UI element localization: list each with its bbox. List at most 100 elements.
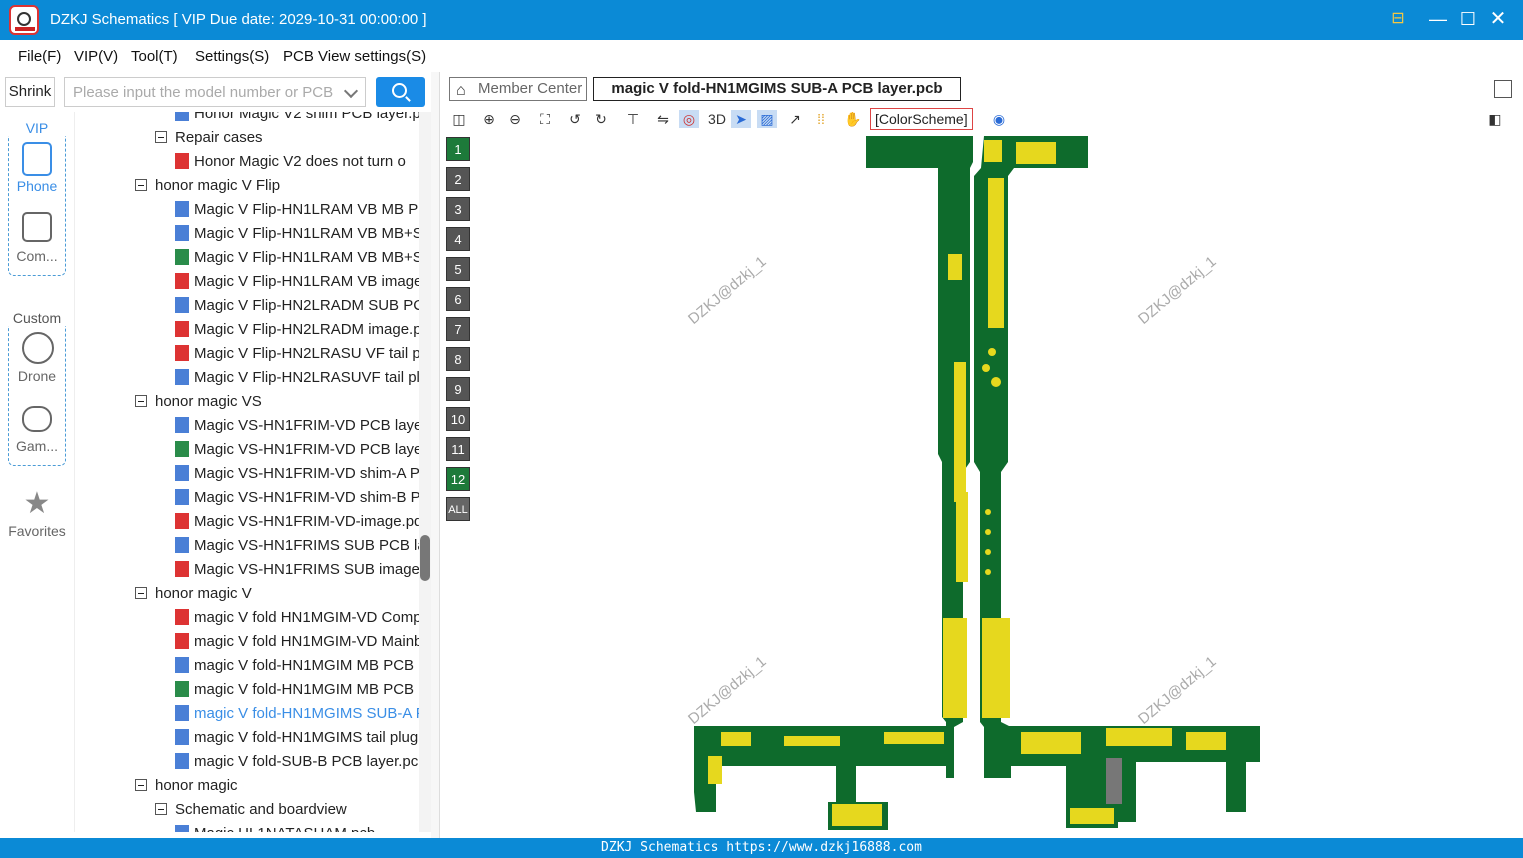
layer-button-3[interactable]: 3 bbox=[446, 197, 470, 221]
3d-view-button[interactable]: 3D bbox=[705, 110, 729, 128]
layer-button-12[interactable]: 12 bbox=[446, 467, 470, 491]
close-tab-icon[interactable] bbox=[1494, 80, 1512, 98]
tree-file[interactable]: Magic HL1NATASHAM.pcb bbox=[175, 822, 419, 832]
collapse-toggle-icon[interactable] bbox=[155, 803, 167, 815]
tree-file[interactable]: magic V fold-HN1MGIMS tail plug bbox=[175, 726, 419, 750]
tree-file[interactable]: magic V fold-SUB-B PCB layer.pcb bbox=[175, 750, 419, 774]
briefcase-icon[interactable]: ⊟ bbox=[1387, 8, 1409, 30]
panel-splitter[interactable] bbox=[431, 72, 440, 838]
layer-selector: 1 2 3 4 5 6 7 8 9 10 11 12 ALL bbox=[443, 134, 473, 526]
zoom-out-icon[interactable]: ⊖ bbox=[505, 110, 525, 128]
gamepad-icon[interactable] bbox=[22, 406, 52, 432]
close-button[interactable]: ✕ bbox=[1487, 8, 1509, 30]
menu-file[interactable]: File(F) bbox=[18, 48, 61, 65]
tree-file[interactable]: Magic V Flip-HN2LRASU VF tail plu bbox=[175, 342, 419, 366]
layer-button-7[interactable]: 7 bbox=[446, 317, 470, 341]
rotate-left-icon[interactable]: ↺ bbox=[565, 110, 585, 128]
scrollbar-thumb[interactable] bbox=[420, 535, 430, 581]
tree-file[interactable]: Magic V Flip-HN2LRASUVF tail plu bbox=[175, 366, 419, 390]
tree-folder[interactable]: honor magic bbox=[135, 774, 419, 798]
color-scheme-button[interactable]: [ColorScheme] bbox=[870, 108, 973, 130]
tree-file[interactable]: Magic VS-HN1FRIMS SUB PCB laye bbox=[175, 534, 419, 558]
tree-file[interactable]: Magic VS-HN1FRIMS SUB image.p bbox=[175, 558, 419, 582]
menu-vip[interactable]: VIP(V) bbox=[74, 48, 118, 65]
layer-button-9[interactable]: 9 bbox=[446, 377, 470, 401]
highlight-net-icon[interactable]: ◎ bbox=[679, 110, 699, 128]
rotate-right-icon[interactable]: ↻ bbox=[591, 110, 611, 128]
tree-folder[interactable]: honor magic V Flip bbox=[135, 174, 419, 198]
tree-file[interactable]: magic V fold HN1MGIM-VD Mainb bbox=[175, 630, 419, 654]
layer-button-11[interactable]: 11 bbox=[446, 437, 470, 461]
collapse-toggle-icon[interactable] bbox=[135, 395, 147, 407]
eye-icon[interactable]: ◉ bbox=[989, 110, 1009, 128]
dots-grid-icon[interactable]: ⁞⁞ bbox=[811, 110, 831, 128]
fit-screen-icon[interactable]: ⛶ bbox=[535, 110, 555, 128]
tree-scrollbar[interactable] bbox=[419, 112, 431, 832]
collapse-toggle-icon[interactable] bbox=[135, 587, 147, 599]
chevron-down-icon[interactable] bbox=[343, 83, 359, 99]
layer-button-4[interactable]: 4 bbox=[446, 227, 470, 251]
menu-pcb-view-settings[interactable]: PCB View settings(S) bbox=[283, 48, 426, 65]
sidebar-item-computer[interactable]: Com... bbox=[0, 248, 74, 264]
maximize-button[interactable]: ☐ bbox=[1457, 8, 1479, 30]
search-button[interactable] bbox=[376, 77, 425, 107]
tree-folder[interactable]: honor magic V bbox=[135, 582, 419, 606]
tree-folder[interactable]: honor magic VS bbox=[135, 390, 419, 414]
layer-button-2[interactable]: 2 bbox=[446, 167, 470, 191]
tree-file[interactable]: Magic V Flip-HN2LRADM SUB PCB bbox=[175, 294, 419, 318]
img-file-icon bbox=[175, 441, 189, 457]
layer-button-6[interactable]: 6 bbox=[446, 287, 470, 311]
tree-file[interactable]: magic V fold HN1MGIM-VD Comp bbox=[175, 606, 419, 630]
menu-settings[interactable]: Settings(S) bbox=[195, 48, 269, 65]
tab-active-file[interactable]: magic V fold-HN1MGIMS SUB-A PCB layer.pc… bbox=[593, 77, 961, 101]
tree-file[interactable]: Magic VS-HN1FRIM-VD PCB layer.p bbox=[175, 414, 419, 438]
shrink-button[interactable]: Shrink bbox=[5, 77, 55, 107]
layer-button-5[interactable]: 5 bbox=[446, 257, 470, 281]
minimize-button[interactable]: — bbox=[1427, 8, 1449, 30]
tree-folder[interactable]: Schematic and boardview bbox=[155, 798, 419, 822]
mirror-icon[interactable]: ⇋ bbox=[653, 110, 673, 128]
tree-file[interactable]: Magic VS-HN1FRIM-VD shim-B PC bbox=[175, 486, 419, 510]
collapse-toggle-icon[interactable] bbox=[155, 131, 167, 143]
sidebar-item-games[interactable]: Gam... bbox=[0, 438, 74, 454]
collapse-toggle-icon[interactable] bbox=[135, 779, 147, 791]
layer-button-8[interactable]: 8 bbox=[446, 347, 470, 371]
menu-tool[interactable]: Tool(T) bbox=[131, 48, 178, 65]
tree-file[interactable]: magic V fold-HN1MGIMS SUB-A P bbox=[175, 702, 419, 726]
search-input[interactable] bbox=[65, 78, 337, 106]
tree-file[interactable]: Magic VS-HN1FRIM-VD shim-A PC bbox=[175, 462, 419, 486]
pin-mode-icon[interactable]: ➤ bbox=[731, 110, 751, 128]
hand-pan-icon[interactable]: ✋ bbox=[843, 110, 863, 128]
tree-file[interactable]: Honor Magic V2 shim PCB layer.pc bbox=[175, 112, 419, 126]
layer-button-10[interactable]: 10 bbox=[446, 407, 470, 431]
paint-roller-icon[interactable]: ⊤ bbox=[623, 110, 643, 128]
select-area-icon[interactable]: ▨ bbox=[757, 110, 777, 128]
layer-button-all[interactable]: ALL bbox=[446, 497, 470, 521]
side-panel-toggle-icon[interactable]: ◧ bbox=[1485, 110, 1505, 128]
tree-file[interactable]: magic V fold-HN1MGIM MB PCB la bbox=[175, 678, 419, 702]
tree-file[interactable]: Honor Magic V2 does not turn o bbox=[175, 150, 419, 174]
tree-file[interactable]: Magic VS-HN1FRIM-VD PCB layer.s bbox=[175, 438, 419, 462]
phone-icon[interactable] bbox=[22, 142, 52, 176]
tree-file[interactable]: Magic V Flip-HN1LRAM VB image. bbox=[175, 270, 419, 294]
sidebar-item-phone[interactable]: Phone bbox=[0, 178, 74, 194]
zoom-in-icon[interactable]: ⊕ bbox=[479, 110, 499, 128]
split-view-icon[interactable]: ◫ bbox=[449, 110, 469, 128]
pcb-canvas[interactable]: DZKJ@dzkj_1 DZKJ@dzkj_1 DZKJ@dzkj_1 DZKJ… bbox=[476, 132, 1513, 838]
computer-icon[interactable] bbox=[22, 212, 52, 242]
tree-file[interactable]: Magic V Flip-HN1LRAM VB MB+SU bbox=[175, 246, 419, 270]
tree-file[interactable]: Magic V Flip-HN1LRAM VB MB+SU bbox=[175, 222, 419, 246]
layer-button-1[interactable]: 1 bbox=[446, 137, 470, 161]
tree-file[interactable]: magic V fold-HN1MGIM MB PCB la bbox=[175, 654, 419, 678]
drone-icon[interactable] bbox=[22, 332, 54, 364]
tree-file[interactable]: Magic V Flip-HN1LRAM VB MB PC bbox=[175, 198, 419, 222]
tab-member-center[interactable]: ⌂ Member Center bbox=[449, 77, 587, 101]
tree-folder[interactable]: Repair cases bbox=[155, 126, 419, 150]
sidebar-item-favorites[interactable]: Favorites bbox=[0, 523, 74, 539]
curve-tool-icon[interactable]: ↗ bbox=[785, 110, 805, 128]
sidebar-item-drone[interactable]: Drone bbox=[0, 368, 74, 384]
collapse-toggle-icon[interactable] bbox=[135, 179, 147, 191]
tree-file[interactable]: Magic VS-HN1FRIM-VD-image.pdf bbox=[175, 510, 419, 534]
tree-file[interactable]: Magic V Flip-HN2LRADM image.pc bbox=[175, 318, 419, 342]
star-icon[interactable]: ★ bbox=[0, 486, 74, 521]
